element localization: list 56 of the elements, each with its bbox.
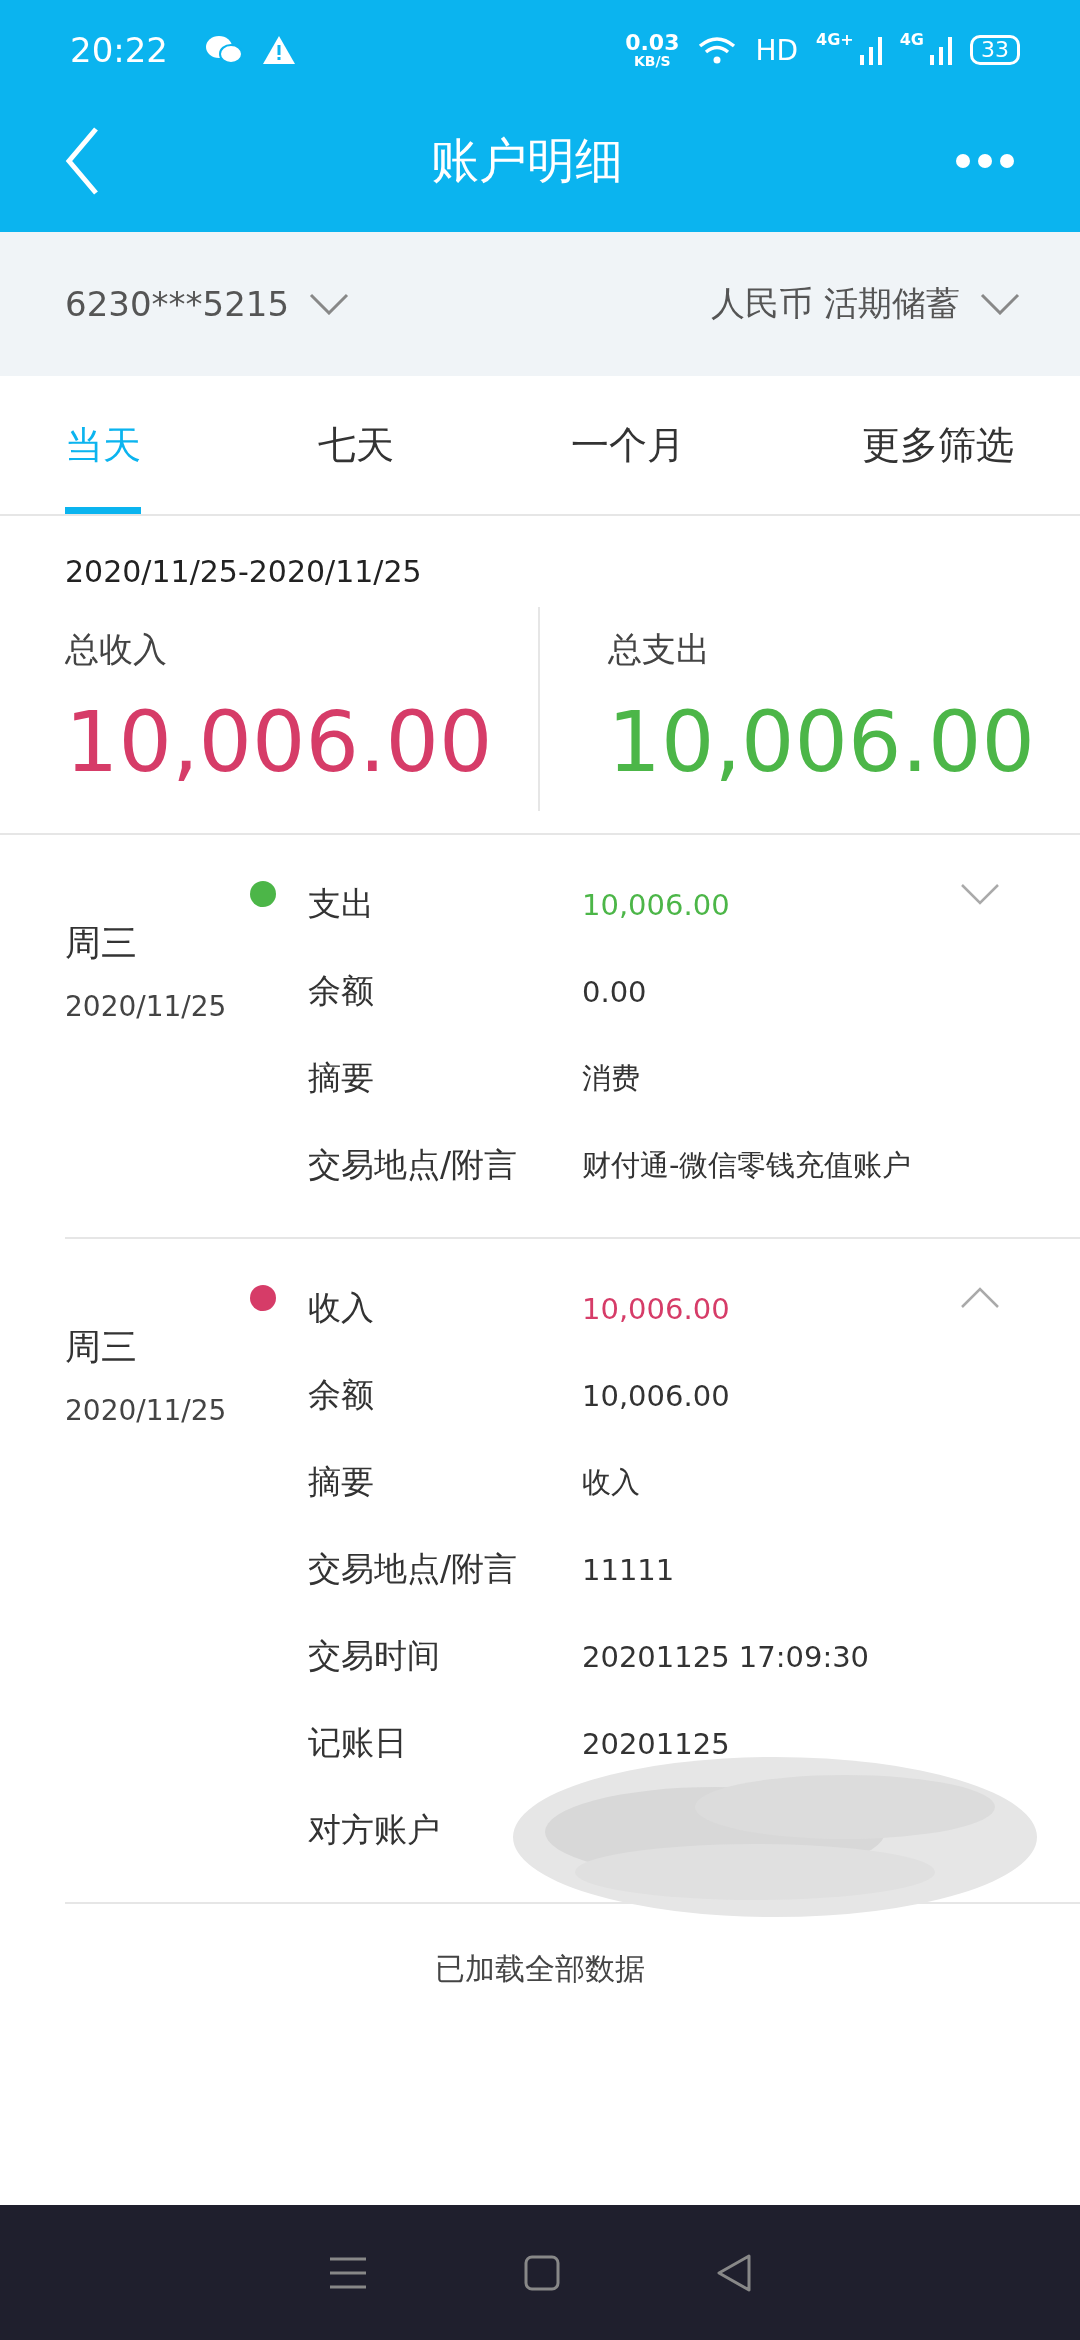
field-label: 交易时间	[308, 1635, 441, 1677]
status-time: 20:22	[70, 30, 168, 70]
chevron-up-icon[interactable]	[960, 1287, 1000, 1309]
chevron-down-icon[interactable]	[960, 883, 1000, 905]
hd-label: HD	[755, 33, 799, 67]
network-speed: 0.03 KB/S	[625, 32, 680, 68]
wifi-icon	[697, 35, 738, 65]
signal-icon	[859, 35, 882, 65]
field-label: 交易地点/附言	[308, 1548, 519, 1590]
account-type-selector[interactable]: 人民币 活期储蓄	[711, 281, 1020, 327]
record-date: 2020/11/25	[65, 990, 228, 1023]
field-value: 10,006.00	[582, 887, 730, 922]
field-value: 10,006.00	[582, 1291, 730, 1326]
filter-tab[interactable]: 七天	[318, 376, 394, 514]
warning-icon	[262, 35, 296, 65]
field-value: 0.00	[582, 974, 647, 1009]
field-label: 余额	[308, 970, 375, 1012]
chevron-down-icon	[309, 293, 350, 315]
filter-tab[interactable]: 一个月	[571, 376, 685, 514]
more-icon[interactable]	[955, 153, 1015, 169]
field-value: 财付通-微信零钱充值账户	[582, 1146, 912, 1184]
network-label: 4G+	[816, 30, 854, 49]
field-label: 余额	[308, 1374, 375, 1416]
field-value: 10,006.00	[582, 1378, 730, 1413]
field-label: 记账日	[308, 1722, 408, 1764]
weekday: 周三	[65, 921, 138, 965]
page-title: 账户明细	[431, 131, 623, 190]
signal-icon	[930, 35, 952, 65]
chevron-down-icon	[980, 293, 1020, 315]
home-icon[interactable]	[524, 2254, 560, 2291]
menu-icon[interactable]	[328, 2255, 368, 2290]
field-label: 支出	[308, 883, 375, 925]
field-label: 对方账户	[308, 1809, 441, 1851]
income-total: 10,006.00	[65, 693, 494, 791]
field-label: 摘要	[308, 1057, 375, 1099]
field-value: 11111	[582, 1552, 675, 1587]
field-label: 摘要	[308, 1461, 375, 1503]
back-icon[interactable]	[65, 126, 99, 196]
field-value: 消费	[582, 1059, 640, 1097]
field-label: 交易地点/附言	[308, 1144, 519, 1186]
expense-total: 10,006.00	[607, 693, 1036, 791]
record-date: 2020/11/25	[65, 1394, 228, 1427]
filter-tab[interactable]: 更多筛选	[862, 376, 1014, 514]
battery-indicator: 33	[970, 35, 1020, 65]
income-label: 总收入	[65, 628, 168, 671]
load-complete-text: 已加载全部数据	[434, 1950, 646, 1988]
back-triangle-icon[interactable]	[716, 2252, 752, 2293]
field-label: 收入	[308, 1287, 375, 1329]
weekday: 周三	[65, 1325, 138, 1369]
field-value: 20201125 17:09:30	[582, 1639, 870, 1674]
account-selector[interactable]: 6230***5215	[65, 284, 350, 324]
network-label: 4G	[899, 30, 924, 49]
date-range: 2020/11/25-2020/11/25	[65, 553, 423, 589]
field-value: 收入	[582, 1463, 640, 1501]
field-value: 20201125	[582, 1726, 730, 1761]
expense-label: 总支出	[607, 628, 711, 671]
